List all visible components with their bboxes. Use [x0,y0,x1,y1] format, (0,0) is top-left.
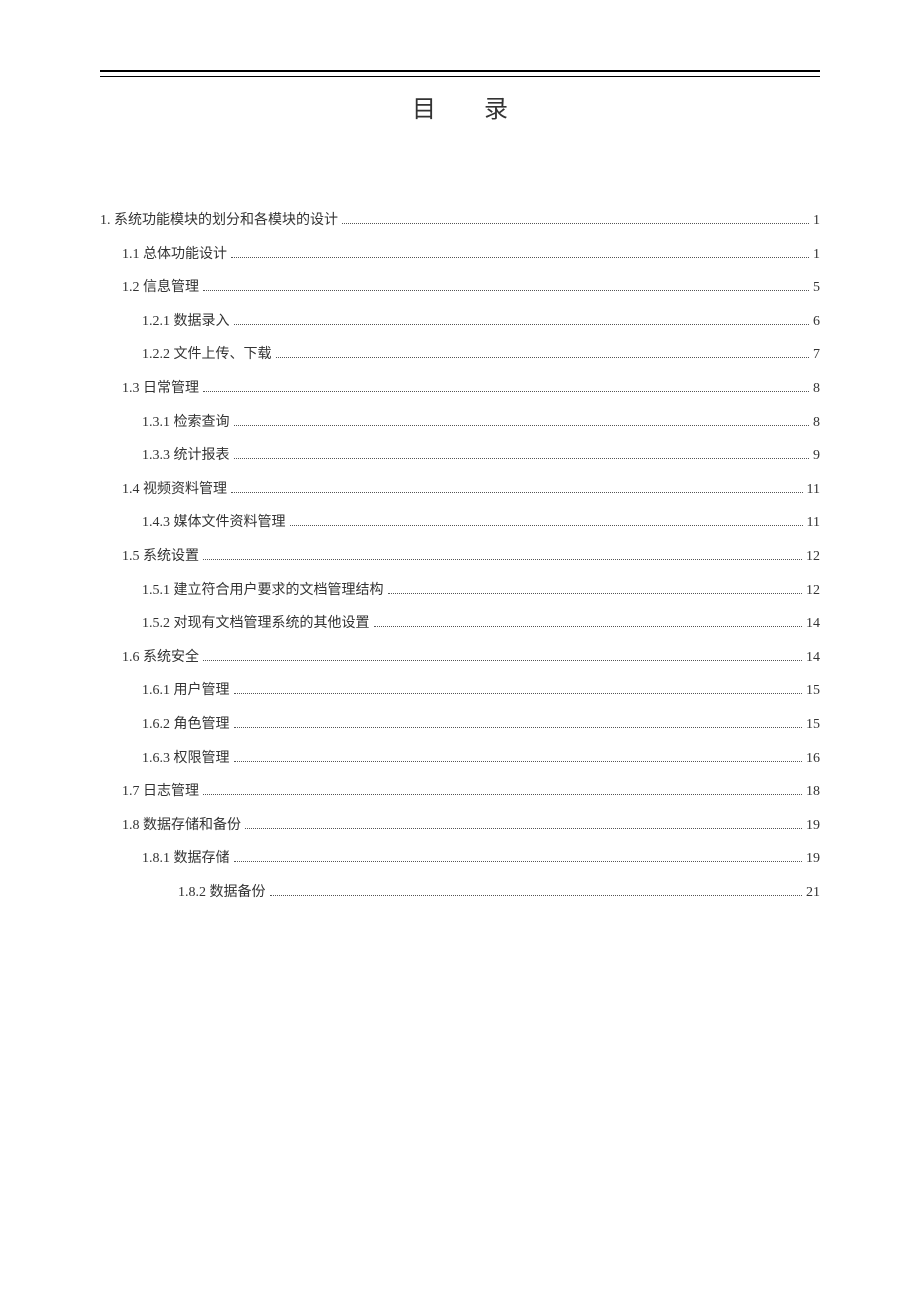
toc-entry: 1.7 日志管理 18 [100,775,820,809]
toc-entry-label: 1. 系统功能模块的划分和各模块的设计 [100,204,338,238]
toc-entry-label: 1.4.3 媒体文件资料管理 [142,506,286,540]
toc-leader-dots [203,794,802,795]
toc-entry: 1.5 系统设置 12 [100,540,820,574]
toc-entry-page: 1 [813,204,820,238]
toc-entry-page: 14 [806,641,820,675]
toc-entry: 1.1 总体功能设计 1 [100,238,820,272]
toc-leader-dots [276,357,810,358]
toc-entry: 1.2.1 数据录入 6 [100,305,820,339]
toc-entry: 1. 系统功能模块的划分和各模块的设计 1 [100,204,820,238]
toc-entry: 1.6.1 用户管理 15 [100,674,820,708]
rule-top [100,70,820,72]
toc-entry-page: 7 [813,338,820,372]
toc-leader-dots [374,626,803,627]
toc-leader-dots [270,895,803,896]
toc-entry-label: 1.4 视频资料管理 [122,473,227,507]
toc-leader-dots [234,861,803,862]
table-of-contents: 1. 系统功能模块的划分和各模块的设计 1 1.1 总体功能设计 1 1.2 信息管理 5… [100,204,820,909]
toc-entry-page: 15 [806,708,820,742]
toc-entry-page: 21 [806,876,820,910]
page-title: 目录 [100,89,820,124]
toc-entry-label: 1.3.3 统计报表 [142,439,230,473]
toc-entry-page: 11 [807,473,820,507]
toc-entry-page: 14 [806,607,820,641]
toc-entry-label: 1.6.1 用户管理 [142,674,230,708]
toc-entry: 1.5.1 建立符合用户要求的文档管理结构 12 [100,574,820,608]
toc-leader-dots [234,425,810,426]
toc-entry: 1.6.2 角色管理 15 [100,708,820,742]
toc-leader-dots [234,761,803,762]
toc-leader-dots [231,257,809,258]
toc-entry-page: 18 [806,775,820,809]
toc-entry-label: 1.8.1 数据存储 [142,842,230,876]
toc-entry-label: 1.8.2 数据备份 [178,876,266,910]
toc-entry: 1.4 视频资料管理 11 [100,473,820,507]
toc-entry-label: 1.2 信息管理 [122,271,199,305]
toc-entry-page: 19 [806,842,820,876]
toc-leader-dots [231,492,803,493]
toc-entry-label: 1.2.1 数据录入 [142,305,230,339]
toc-entry-label: 1.8 数据存储和备份 [122,809,241,843]
toc-leader-dots [203,391,809,392]
toc-leader-dots [203,290,809,291]
toc-entry-label: 1.5.2 对现有文档管理系统的其他设置 [142,607,370,641]
document-page: 目录 1. 系统功能模块的划分和各模块的设计11.1 总体功能设计11.2 信息… [100,0,820,909]
toc-entry-page: 11 [807,506,820,540]
toc-entry: 1.5.2 对现有文档管理系统的其他设置 14 [100,607,820,641]
toc-leader-dots [290,525,803,526]
toc-entry-page: 5 [813,271,820,305]
toc-entry-page: 16 [806,742,820,776]
toc-entry: 1.3 日常管理 8 [100,372,820,406]
toc-entry: 1.6.3 权限管理 16 [100,742,820,776]
toc-entry-page: 1 [813,238,820,272]
toc-entry-page: 6 [813,305,820,339]
toc-entry-page: 9 [813,439,820,473]
toc-entry-page: 8 [813,372,820,406]
toc-entry-page: 8 [813,406,820,440]
toc-leader-dots [234,458,810,459]
toc-leader-dots [234,693,803,694]
toc-leader-dots [234,727,803,728]
toc-entry-label: 1.6.3 权限管理 [142,742,230,776]
toc-entry-label: 1.3.1 检索查询 [142,406,230,440]
toc-entry: 1.3.3 统计报表 9 [100,439,820,473]
toc-entry: 1.8.1 数据存储 19 [100,842,820,876]
toc-entry-label: 1.7 日志管理 [122,775,199,809]
toc-entry: 1.4.3 媒体文件资料管理 11 [100,506,820,540]
toc-entry-page: 12 [806,574,820,608]
toc-entry-label: 1.6.2 角色管理 [142,708,230,742]
toc-entry: 1.3.1 检索查询 8 [100,406,820,440]
rule-sub [100,76,820,77]
toc-entry-label: 1.6 系统安全 [122,641,199,675]
toc-entry-label: 1.5.1 建立符合用户要求的文档管理结构 [142,574,384,608]
toc-entry-label: 1.5 系统设置 [122,540,199,574]
toc-entry: 1.6 系统安全 14 [100,641,820,675]
toc-leader-dots [245,828,802,829]
toc-entry: 1.2 信息管理 5 [100,271,820,305]
toc-leader-dots [342,223,809,224]
toc-leader-dots [234,324,810,325]
toc-entry-label: 1.2.2 文件上传、下载 [142,338,272,372]
toc-entry-page: 12 [806,540,820,574]
toc-entry-label: 1.1 总体功能设计 [122,238,227,272]
toc-entry: 1.8.2 数据备份 21 [100,876,820,910]
toc-entry-page: 19 [806,809,820,843]
toc-leader-dots [388,593,803,594]
toc-entry: 1.2.2 文件上传、下载 7 [100,338,820,372]
toc-leader-dots [203,559,802,560]
toc-entry: 1.8 数据存储和备份 19 [100,809,820,843]
toc-entry-page: 15 [806,674,820,708]
toc-entry-label: 1.3 日常管理 [122,372,199,406]
toc-leader-dots [203,660,802,661]
